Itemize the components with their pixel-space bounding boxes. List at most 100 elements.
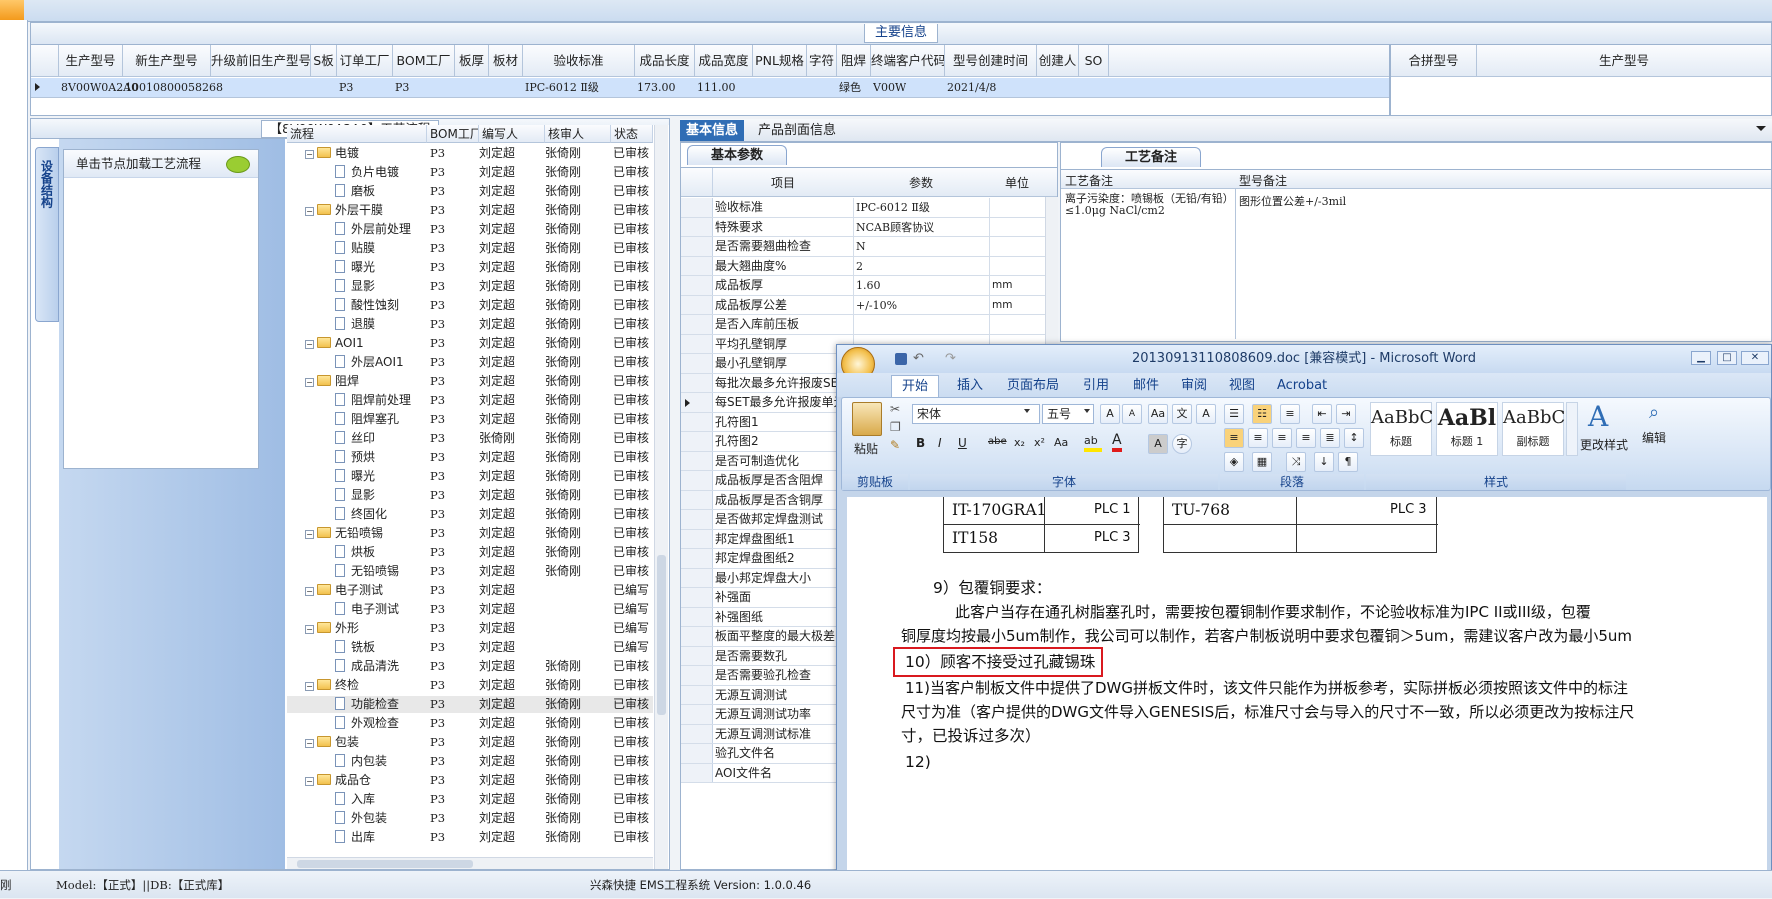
- change-styles-label[interactable]: 更改样式: [1580, 436, 1628, 453]
- param-row[interactable]: 特殊要求 NCAB顾客协议: [681, 217, 1046, 237]
- collapse-icon[interactable]: −: [305, 625, 314, 634]
- param-row[interactable]: 成品板厚 1.60 mm: [681, 276, 1046, 296]
- redo-icon[interactable]: ↷: [945, 345, 956, 373]
- col-header[interactable]: 验收标准: [523, 45, 635, 77]
- cell-mask[interactable]: 绿色: [839, 78, 861, 98]
- tree-node[interactable]: 外层前处理: [335, 221, 411, 238]
- font-color-icon[interactable]: A: [1112, 432, 1122, 452]
- param-row[interactable]: 最大翘曲度% 2: [681, 256, 1046, 276]
- paste-icon[interactable]: [852, 402, 882, 436]
- remarks-model-text[interactable]: 图形位置公差+/-3mil: [1239, 193, 1346, 209]
- tree-header[interactable]: 编写人: [479, 125, 545, 143]
- decrease-indent-icon[interactable]: ⇤: [1312, 404, 1332, 424]
- col-header[interactable]: 板厚: [455, 45, 489, 77]
- change-case-icon[interactable]: Aa: [1054, 436, 1068, 449]
- font-size-select[interactable]: 五号: [1042, 404, 1094, 424]
- param-unit[interactable]: [989, 237, 1045, 256]
- tree-row[interactable]: 贴膜 P3 刘定超 张倚刚 已审核: [287, 240, 653, 257]
- cell-length[interactable]: 173.00: [637, 78, 676, 98]
- distributed-icon[interactable]: ≣: [1320, 428, 1340, 448]
- tree-row[interactable]: − 包装 P3 刘定超 张倚刚 已审核: [287, 734, 653, 751]
- tree-row[interactable]: 曝光 P3 刘定超 张倚刚 已审核: [287, 468, 653, 485]
- col-header[interactable]: 成品长度: [635, 45, 695, 77]
- param-unit[interactable]: mm: [989, 295, 1045, 314]
- tab-profile-info[interactable]: 产品剖面信息: [752, 120, 842, 141]
- param-value[interactable]: [853, 315, 989, 334]
- tree-row[interactable]: − 电子测试 P3 刘定超 已编写: [287, 582, 653, 599]
- tree-node[interactable]: − 成品仓: [305, 772, 371, 789]
- param-row[interactable]: 是否入库前压板: [681, 315, 1046, 335]
- param-unit[interactable]: [989, 315, 1045, 334]
- tree-row[interactable]: 电子测试 P3 刘定超 已编写: [287, 601, 653, 618]
- sort-icon[interactable]: ↓: [1314, 452, 1334, 472]
- document-page[interactable]: IT-170GRA1 PLC 1 IT158 PLC 3 TU-768 PLC …: [847, 497, 1767, 891]
- col-header[interactable]: 升级前旧生产型号: [211, 45, 311, 77]
- borders-icon[interactable]: ▦: [1252, 452, 1272, 472]
- tree-row[interactable]: 丝印 P3 张倚刚 张倚刚 已审核: [287, 430, 653, 447]
- tree-node[interactable]: 出库: [335, 829, 375, 846]
- splitter[interactable]: [1389, 45, 1391, 115]
- tree-node[interactable]: 外包装: [335, 810, 387, 827]
- col-header[interactable]: SO: [1079, 45, 1109, 77]
- enclose-char-icon[interactable]: 字: [1172, 434, 1192, 454]
- col-header[interactable]: 成品宽度: [695, 45, 753, 77]
- tree-row[interactable]: 内包装 P3 刘定超 张倚刚 已审核: [287, 753, 653, 770]
- col-header[interactable]: S板: [311, 45, 337, 77]
- remarks-process-text[interactable]: 离子污染度：喷锡板（无铅/有铅）≤1.0μg NaCl/cm2: [1065, 193, 1231, 217]
- tree-node[interactable]: 内包装: [335, 753, 387, 770]
- tree-node[interactable]: 阻焊前处理: [335, 392, 411, 409]
- clear-format-icon[interactable]: Aa: [1148, 404, 1168, 424]
- tree-row[interactable]: 外包装 P3 刘定超 张倚刚 已审核: [287, 810, 653, 827]
- tree-node[interactable]: − 包装: [305, 734, 359, 751]
- param-unit[interactable]: mm: [989, 276, 1045, 295]
- word-tab-layout[interactable]: 页面布局: [1007, 375, 1059, 397]
- tree-node[interactable]: − 外层干膜: [305, 202, 383, 219]
- tree-row[interactable]: 预烘 P3 刘定超 张倚刚 已审核: [287, 449, 653, 466]
- tree-hscroll-thumb[interactable]: [297, 860, 473, 868]
- tree-row[interactable]: 铣板 P3 刘定超 已编写: [287, 639, 653, 656]
- align-left-icon[interactable]: ≡: [1224, 428, 1244, 448]
- paste-label[interactable]: 粘贴: [854, 440, 878, 457]
- tree-node[interactable]: 无铅喷锡: [335, 563, 399, 580]
- collapse-icon[interactable]: −: [305, 340, 314, 349]
- param-value[interactable]: N: [853, 237, 989, 256]
- tree-row[interactable]: 外层前处理 P3 刘定超 张倚刚 已审核: [287, 221, 653, 238]
- bullets-icon[interactable]: ☰: [1224, 404, 1244, 424]
- tree-row[interactable]: 成品清洗 P3 刘定超 张倚刚 已审核: [287, 658, 653, 675]
- col-header[interactable]: 阻焊: [837, 45, 871, 77]
- col-header[interactable]: BOM工厂: [393, 45, 455, 77]
- tree-vertical-scrollbar[interactable]: [654, 125, 668, 869]
- tree-node[interactable]: 显影: [335, 278, 375, 295]
- tree-node[interactable]: 电子测试: [335, 601, 399, 618]
- collapse-icon[interactable]: −: [305, 739, 314, 748]
- tab-process-remarks[interactable]: 工艺备注: [1101, 147, 1201, 167]
- tree-node[interactable]: 酸性蚀刻: [335, 297, 399, 314]
- cut-icon[interactable]: ✂: [890, 402, 900, 416]
- tree-node[interactable]: − 阻焊: [305, 373, 359, 390]
- tree-node[interactable]: 显影: [335, 487, 375, 504]
- col-header[interactable]: 型号创建时间: [945, 45, 1037, 77]
- format-painter-icon[interactable]: ✎: [890, 438, 900, 452]
- highlight-icon[interactable]: ab: [1084, 434, 1102, 452]
- increase-indent-icon[interactable]: ⇥: [1336, 404, 1356, 424]
- load-process-header[interactable]: 单击节点加载工艺流程: [64, 150, 258, 178]
- tree-row[interactable]: − 电镀 P3 刘定超 张倚刚 已审核: [287, 145, 653, 162]
- maximize-icon[interactable]: □: [1717, 351, 1737, 365]
- align-right-icon[interactable]: ≡: [1272, 428, 1292, 448]
- col-header[interactable]: 生产型号: [59, 45, 123, 77]
- tree-node[interactable]: 曝光: [335, 259, 375, 276]
- tree-node[interactable]: − 电子测试: [305, 582, 383, 599]
- shading-icon[interactable]: ◈: [1224, 452, 1244, 472]
- edit-group[interactable]: ⌕ 编辑: [1634, 402, 1674, 460]
- tab-dropdown-icon[interactable]: [1756, 126, 1766, 131]
- tree-row[interactable]: 酸性蚀刻 P3 刘定超 张倚刚 已审核: [287, 297, 653, 314]
- tree-node[interactable]: 曝光: [335, 468, 375, 485]
- font-name-select[interactable]: 宋体: [912, 404, 1040, 424]
- word-tab-home[interactable]: 开始: [891, 375, 940, 397]
- char-shading-icon[interactable]: A: [1148, 434, 1168, 454]
- char-border-icon[interactable]: A: [1196, 404, 1216, 424]
- tab-basic-info[interactable]: 基本信息: [680, 120, 745, 141]
- col-header[interactable]: 创建人: [1037, 45, 1079, 77]
- tree-row[interactable]: 曝光 P3 刘定超 张倚刚 已审核: [287, 259, 653, 276]
- tree-header[interactable]: 状态: [611, 125, 653, 143]
